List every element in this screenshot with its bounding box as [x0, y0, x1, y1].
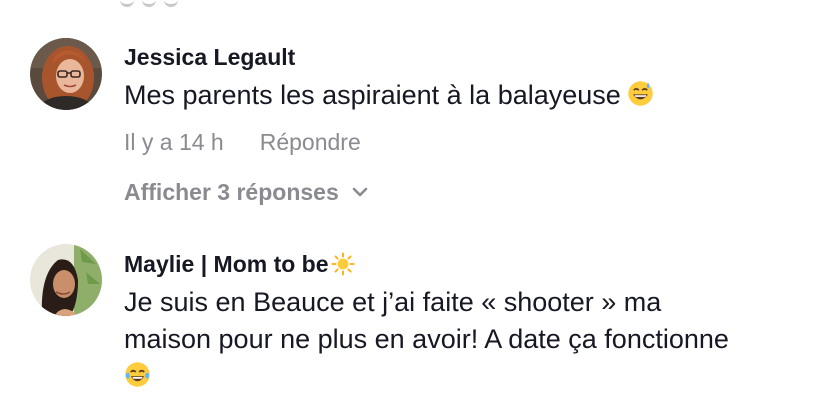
avatar[interactable] [30, 244, 102, 316]
scroll-remnant-mark [120, 0, 134, 7]
comment-username[interactable]: Maylie | Mom to be [124, 249, 329, 279]
view-replies-label: Afficher 3 réponses [124, 179, 339, 205]
comment-body: Jessica Legault Mes parents les aspiraie… [124, 38, 814, 206]
comments-section: Jessica Legault Mes parents les aspiraie… [0, 0, 822, 410]
scroll-remnant-mark [142, 0, 156, 7]
scroll-remnant-mark [164, 0, 178, 7]
comment-text-line: Je suis en Beauce et j’ai faite « shoote… [124, 287, 662, 317]
comment-text: Mes parents les aspiraient à la balayeus… [124, 77, 814, 114]
comment-text-content: Mes parents les aspiraient à la balayeus… [124, 80, 621, 110]
avatar-image [30, 38, 102, 110]
sun-emoji [331, 252, 355, 276]
comment-timestamp: Il y a 14 h [124, 129, 224, 155]
comment-body: Maylie | Mom to be Je suis en Beauce et … [124, 244, 814, 395]
avatar[interactable] [30, 38, 102, 110]
avatar-image [30, 244, 102, 316]
comment-meta: Il y a 14 h Répondre [124, 128, 814, 156]
chevron-down-icon [352, 187, 368, 197]
tears-of-joy-emoji [125, 362, 150, 387]
comment-text: Je suis en Beauce et j’ai faite « shoote… [124, 284, 814, 395]
comment-username[interactable]: Jessica Legault [124, 42, 814, 72]
reply-button[interactable]: Répondre [260, 128, 361, 156]
grinning-sweat-emoji [628, 81, 653, 106]
view-replies-button[interactable]: Afficher 3 réponses [124, 178, 814, 206]
comment-emoji-line [124, 358, 814, 395]
comment-username-row: Maylie | Mom to be [124, 249, 814, 279]
comment-text-line: maison pour ne plus en avoir! A date ça … [124, 324, 729, 354]
previous-content-remnant [120, 0, 178, 7]
